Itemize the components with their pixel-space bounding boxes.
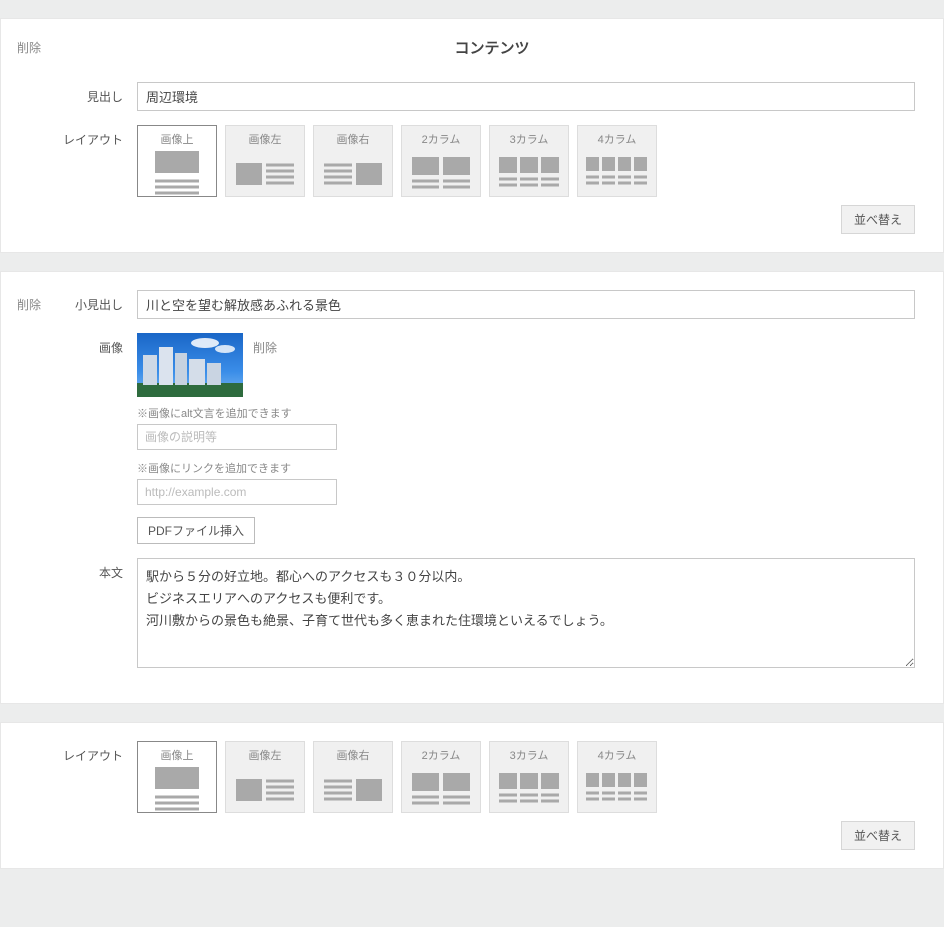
layout-option-image-left[interactable]: 画像左: [225, 125, 305, 197]
layout-preview-icon: [144, 151, 210, 197]
image-thumbnail[interactable]: [137, 333, 243, 397]
heading-input[interactable]: [137, 82, 915, 111]
layout-option-label: 画像右: [320, 131, 386, 147]
layout-preview-icon: [320, 767, 386, 813]
reorder-button-2[interactable]: 並べ替え: [841, 821, 915, 850]
layout-option-image-right[interactable]: 画像右: [313, 741, 393, 813]
subheading-label: 小見出し: [69, 290, 137, 313]
layout-option-image-right[interactable]: 画像右: [313, 125, 393, 197]
layout-chooser: 画像上 画像左: [137, 125, 915, 197]
alt-helper-text: ※画像にalt文言を追加できます: [137, 405, 915, 421]
layout-preview-icon: [320, 151, 386, 197]
layout-preview-icon: [584, 767, 650, 813]
layout-chooser-2: 画像上 画像左: [137, 741, 915, 813]
pdf-insert-button[interactable]: PDFファイル挿入: [137, 517, 255, 544]
layout-option-2col[interactable]: 2カラム: [401, 125, 481, 197]
layout-option-label: 画像右: [320, 747, 386, 763]
layout-option-4col[interactable]: 4カラム: [577, 125, 657, 197]
link-helper-text: ※画像にリンクを追加できます: [137, 460, 915, 476]
layout-option-image-left[interactable]: 画像左: [225, 741, 305, 813]
section-title: コンテンツ: [69, 37, 915, 58]
layout-option-3col[interactable]: 3カラム: [489, 125, 569, 197]
layout-option-image-top[interactable]: 画像上: [137, 125, 217, 197]
layout-option-label: 4カラム: [584, 131, 650, 147]
body-label: 本文: [17, 558, 137, 581]
layout-preview-icon: [496, 151, 562, 197]
delete-block-link[interactable]: 削除: [17, 298, 41, 312]
reorder-button[interactable]: 並べ替え: [841, 205, 915, 234]
layout-preview-icon: [408, 151, 474, 197]
layout-option-label: 3カラム: [496, 747, 562, 763]
image-link-input[interactable]: [137, 479, 337, 505]
layout-option-3col[interactable]: 3カラム: [489, 741, 569, 813]
layout-option-4col[interactable]: 4カラム: [577, 741, 657, 813]
layout-option-label: 画像左: [232, 131, 298, 147]
block-panel: 削除 小見出し 画像: [0, 271, 944, 704]
layout-preview-icon: [144, 767, 210, 813]
layout-preview-icon: [496, 767, 562, 813]
image-label: 画像: [17, 333, 137, 356]
layout-option-label: 画像上: [144, 747, 210, 763]
content-panel: 削除 コンテンツ 見出し レイアウト 画像上: [0, 18, 944, 253]
alt-text-input[interactable]: [137, 424, 337, 450]
layout-option-label: 4カラム: [584, 747, 650, 763]
subheading-input[interactable]: [137, 290, 915, 319]
layout-label-2: レイアウト: [17, 741, 137, 764]
delete-image-link[interactable]: 削除: [253, 339, 277, 356]
layout-option-image-top[interactable]: 画像上: [137, 741, 217, 813]
layout-option-label: 画像左: [232, 747, 298, 763]
layout-option-label: 3カラム: [496, 131, 562, 147]
layout-option-label: 2カラム: [408, 747, 474, 763]
delete-content-link[interactable]: 削除: [17, 37, 69, 56]
body-textarea[interactable]: [137, 558, 915, 668]
layout-panel-2: レイアウト 画像上: [0, 722, 944, 869]
heading-label: 見出し: [17, 82, 137, 105]
layout-preview-icon: [232, 151, 298, 197]
layout-preview-icon: [584, 151, 650, 197]
layout-option-label: 2カラム: [408, 131, 474, 147]
layout-preview-icon: [408, 767, 474, 813]
layout-option-label: 画像上: [144, 131, 210, 147]
layout-label: レイアウト: [17, 125, 137, 148]
layout-preview-icon: [232, 767, 298, 813]
layout-option-2col[interactable]: 2カラム: [401, 741, 481, 813]
